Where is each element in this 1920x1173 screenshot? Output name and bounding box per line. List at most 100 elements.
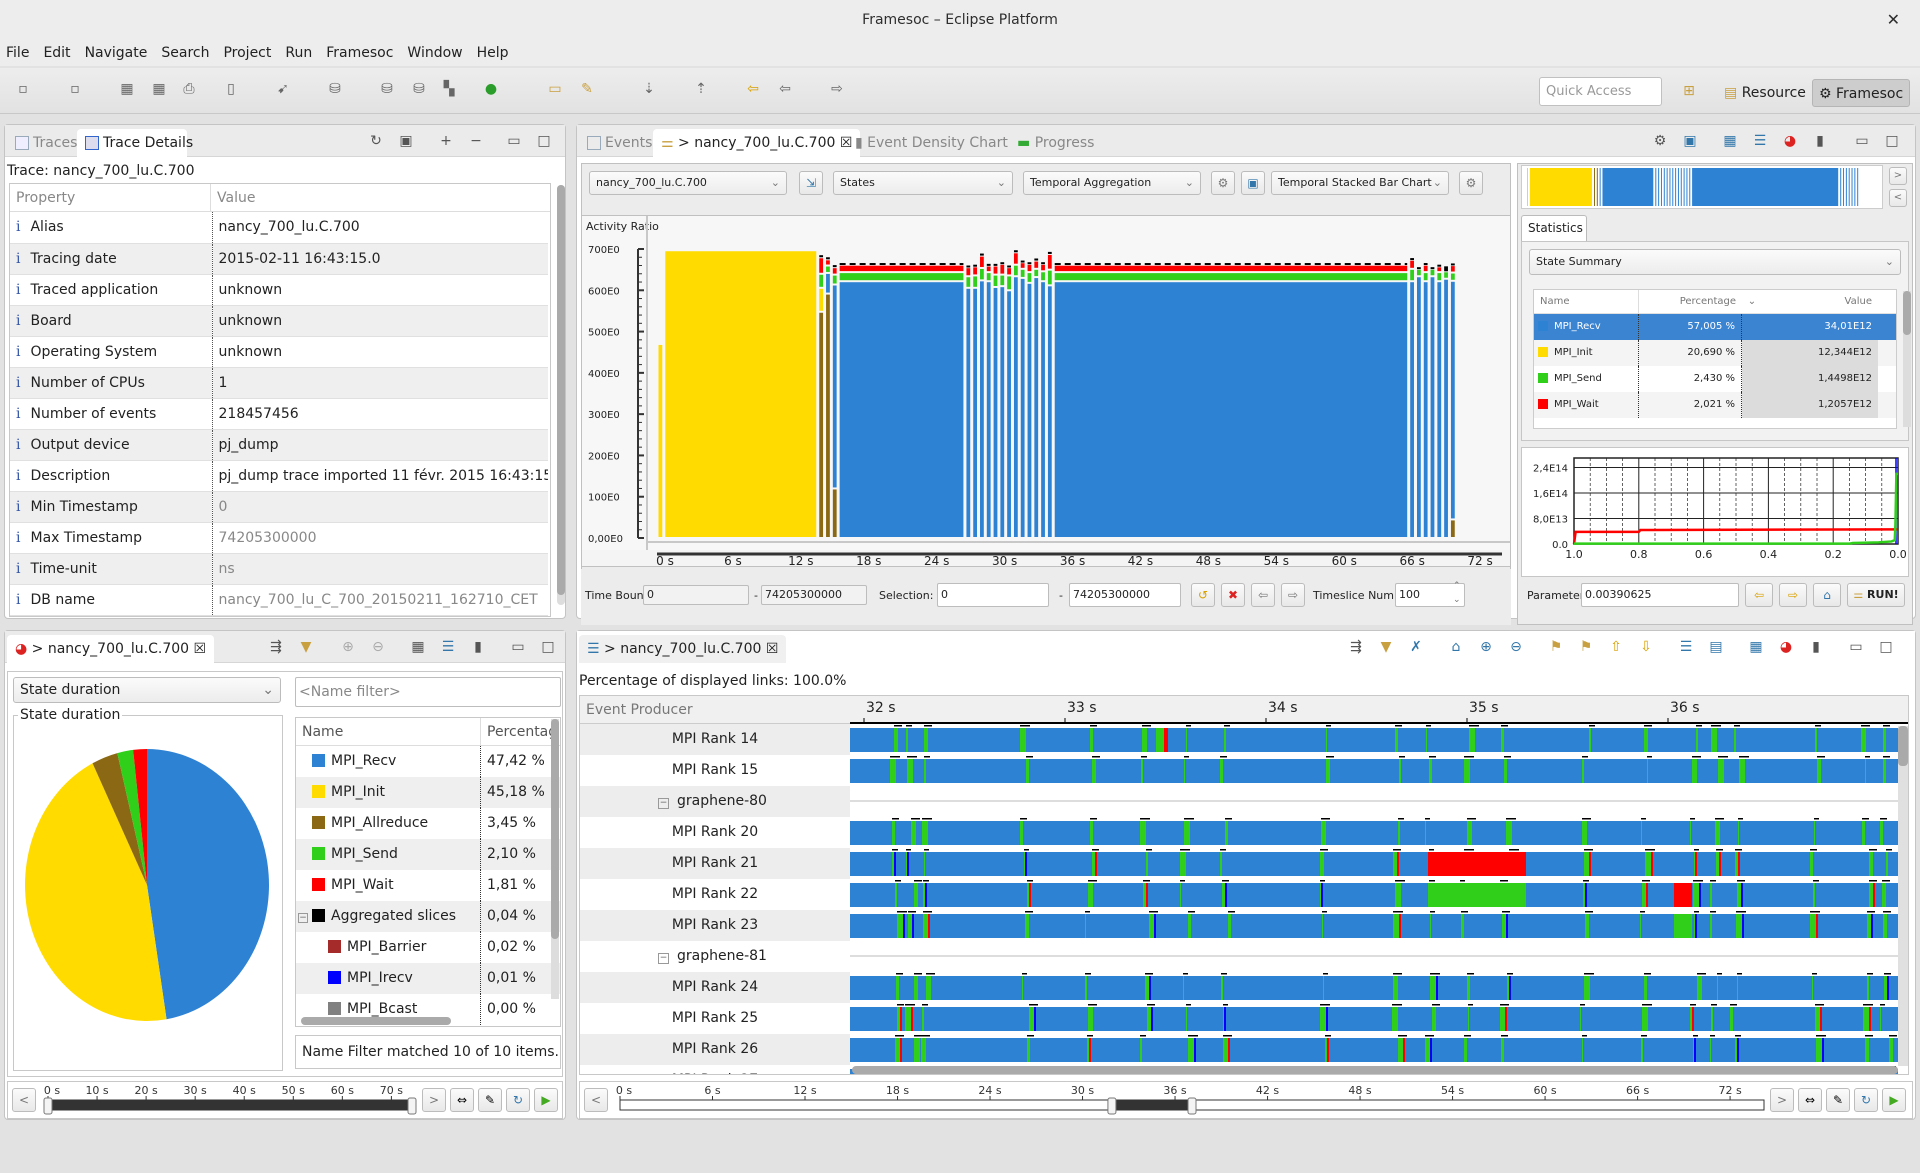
table-view-icon[interactable]: ▦ [1747, 639, 1765, 655]
collapse-toggle-icon[interactable]: − [658, 953, 669, 964]
apply-selection-button[interactable]: ↺ [1191, 583, 1215, 607]
stacked-bar[interactable] [973, 264, 978, 537]
menu-edit[interactable]: Edit [43, 45, 70, 61]
stacked-bar[interactable] [1437, 264, 1442, 537]
pie-chart-icon[interactable]: ◕ [1777, 639, 1795, 655]
gantt-row-label[interactable]: MPI Rank 20 [580, 817, 850, 848]
stacked-bar[interactable] [658, 344, 663, 537]
cancel-selection-button[interactable]: ✖ [1221, 583, 1245, 607]
stats-row[interactable]: MPI_Init 20,690 % 12,344E12 [1534, 340, 1896, 366]
vertical-scrollbar[interactable] [1898, 726, 1908, 1066]
scrollbar-thumb[interactable] [1903, 291, 1911, 335]
tab-traces[interactable]: Traces [7, 129, 85, 157]
home-button[interactable]: ⌂ [1813, 583, 1841, 607]
column-header-name[interactable]: Name [296, 718, 480, 745]
stacked-bar[interactable] [826, 257, 830, 537]
visualization-combo[interactable]: Temporal Stacked Bar Chart ⌄ [1271, 171, 1449, 195]
timebar-play-button[interactable]: ▶ [534, 1088, 558, 1112]
stacked-bar[interactable] [819, 255, 824, 537]
close-tab-icon[interactable]: ☒ [194, 641, 207, 657]
tab-trace-details[interactable]: Trace Details [77, 129, 193, 157]
filter-icon[interactable]: ▼ [297, 639, 315, 655]
scrollbar-track[interactable] [557, 185, 565, 605]
stacked-bar[interactable] [986, 263, 991, 537]
prev-annotation-icon[interactable]: ⇡ [692, 80, 710, 98]
bar-chart-icon[interactable]: ▮ [1807, 639, 1825, 655]
selection-start-input[interactable]: 0 [937, 583, 1049, 607]
horizontal-scrollbar[interactable] [852, 1066, 1898, 1074]
maximize-icon[interactable]: □ [535, 133, 553, 149]
timebar-next-button[interactable]: > [422, 1088, 446, 1112]
timebar-selection[interactable] [1111, 1100, 1192, 1110]
bar-chart-icon[interactable]: ▮ [469, 639, 487, 655]
trace-combo[interactable]: nancy_700_lu.C.700 ⌄ [589, 171, 787, 195]
gantt-row-label[interactable]: MPI Rank 27 [580, 1065, 850, 1074]
gantt-view-icon[interactable]: ☰ [1751, 133, 1769, 149]
next-annotation-icon[interactable]: ⇣ [640, 80, 658, 98]
tab-events[interactable]: Events [579, 129, 660, 157]
gantt-row[interactable] [850, 973, 1898, 1000]
maximize-icon[interactable]: □ [539, 639, 557, 655]
run-button[interactable]: ⚌ RUN! [1847, 583, 1905, 607]
synchronize-icon[interactable]: ⇶ [267, 639, 285, 655]
timebar-edit-button[interactable]: ✎ [478, 1088, 502, 1112]
selection-end-input[interactable]: 74205300000 [1069, 583, 1181, 607]
statistics-row[interactable]: MPI_Wait 1,81 % [296, 870, 560, 901]
quick-access-input[interactable]: Quick Access [1539, 77, 1662, 106]
timebar-edit-button[interactable]: ✎ [1826, 1088, 1850, 1112]
menu-file[interactable]: File [6, 45, 29, 61]
tab-ocelotl-trace[interactable]: ⚌ > nancy_700_lu.C.700 ☒ [653, 129, 861, 157]
maximize-icon[interactable]: □ [1883, 133, 1901, 149]
timebar-handle[interactable] [43, 1097, 53, 1115]
run-icon[interactable]: ● [482, 80, 500, 98]
horizontal-scrollbar[interactable] [301, 1017, 451, 1025]
db-settings-icon[interactable]: ⛁ [410, 80, 428, 98]
hide-arrows-icon[interactable]: ✗ [1407, 639, 1425, 655]
scrollbar-track[interactable] [1903, 291, 1911, 427]
timebar-all-button[interactable]: ⇔ [1798, 1088, 1822, 1112]
property-row[interactable]: i DB name nancy_700_lu_C_700_20150211_1627… [10, 584, 548, 616]
zoom-out-icon[interactable]: ⊖ [1507, 639, 1525, 655]
property-row[interactable]: i Alias nancy_700_lu.C.700 [10, 212, 548, 244]
property-row[interactable]: i Description pj_dump trace imported 11 fé… [10, 460, 548, 492]
menu-project[interactable]: Project [223, 45, 271, 61]
timebar-next-button[interactable]: > [1770, 1088, 1794, 1112]
pie-chart-icon[interactable]: ◕ [1781, 133, 1799, 149]
timebar-selection[interactable] [48, 1100, 412, 1110]
db-icon[interactable]: ⛁ [378, 80, 396, 98]
tab-progress[interactable]: ▬ Progress [1009, 129, 1102, 157]
statistics-row[interactable]: MPI_Recv 47,42 % [296, 746, 560, 777]
menu-search[interactable]: Search [161, 45, 209, 61]
gantt-row[interactable] [850, 1035, 1898, 1062]
spinner-down-icon[interactable]: ⌄ [1453, 595, 1461, 605]
scrollbar-track[interactable] [551, 719, 559, 999]
home-icon[interactable]: ⌂ [1447, 639, 1465, 655]
minimize-icon[interactable]: ▭ [1847, 639, 1865, 655]
tab-event-density-chart[interactable]: ▮ Event Density Chart [847, 129, 1016, 157]
gantt-row[interactable] [850, 911, 1898, 938]
timebar-handle[interactable] [1107, 1097, 1117, 1115]
timebar-slider[interactable]: 0 s 6 s 12 s 18 s 24 s 30 s 36 s 42 s 48 s 54 s 60… [612, 1082, 1772, 1118]
menu-help[interactable]: Help [477, 45, 509, 61]
back-icon[interactable]: ⇦ [776, 80, 794, 98]
scrollbar-thumb[interactable] [551, 719, 559, 939]
statistics-row[interactable]: − Aggregated slices 0,04 % [296, 901, 560, 932]
column-header-value[interactable]: Value [1762, 290, 1878, 313]
settings-icon[interactable]: ⚙ [1651, 133, 1669, 149]
stacked-bar[interactable] [1430, 267, 1435, 537]
zoom-in-icon[interactable]: ⊕ [1477, 639, 1495, 655]
statistics-row[interactable]: MPI_Barrier 0,02 % [296, 932, 560, 963]
collapse-icon[interactable]: − [467, 133, 485, 149]
new-icon[interactable]: ▫ [14, 80, 32, 98]
timebar-play-button[interactable]: ▶ [1882, 1088, 1906, 1112]
close-window-button[interactable]: ✕ [1887, 0, 1900, 40]
close-tab-icon[interactable]: ☒ [766, 641, 779, 657]
spinner-up-icon[interactable]: ⌃ [1453, 581, 1461, 591]
timebar-all-button[interactable]: ⇔ [450, 1088, 474, 1112]
minimize-icon[interactable]: ▭ [509, 639, 527, 655]
stacked-bar[interactable] [993, 263, 998, 537]
scrollbar-thumb[interactable] [1898, 726, 1908, 766]
open-folder-icon[interactable]: ▭ [546, 80, 564, 98]
stacked-bar[interactable] [1423, 263, 1428, 537]
stacked-bar[interactable] [1047, 251, 1052, 537]
